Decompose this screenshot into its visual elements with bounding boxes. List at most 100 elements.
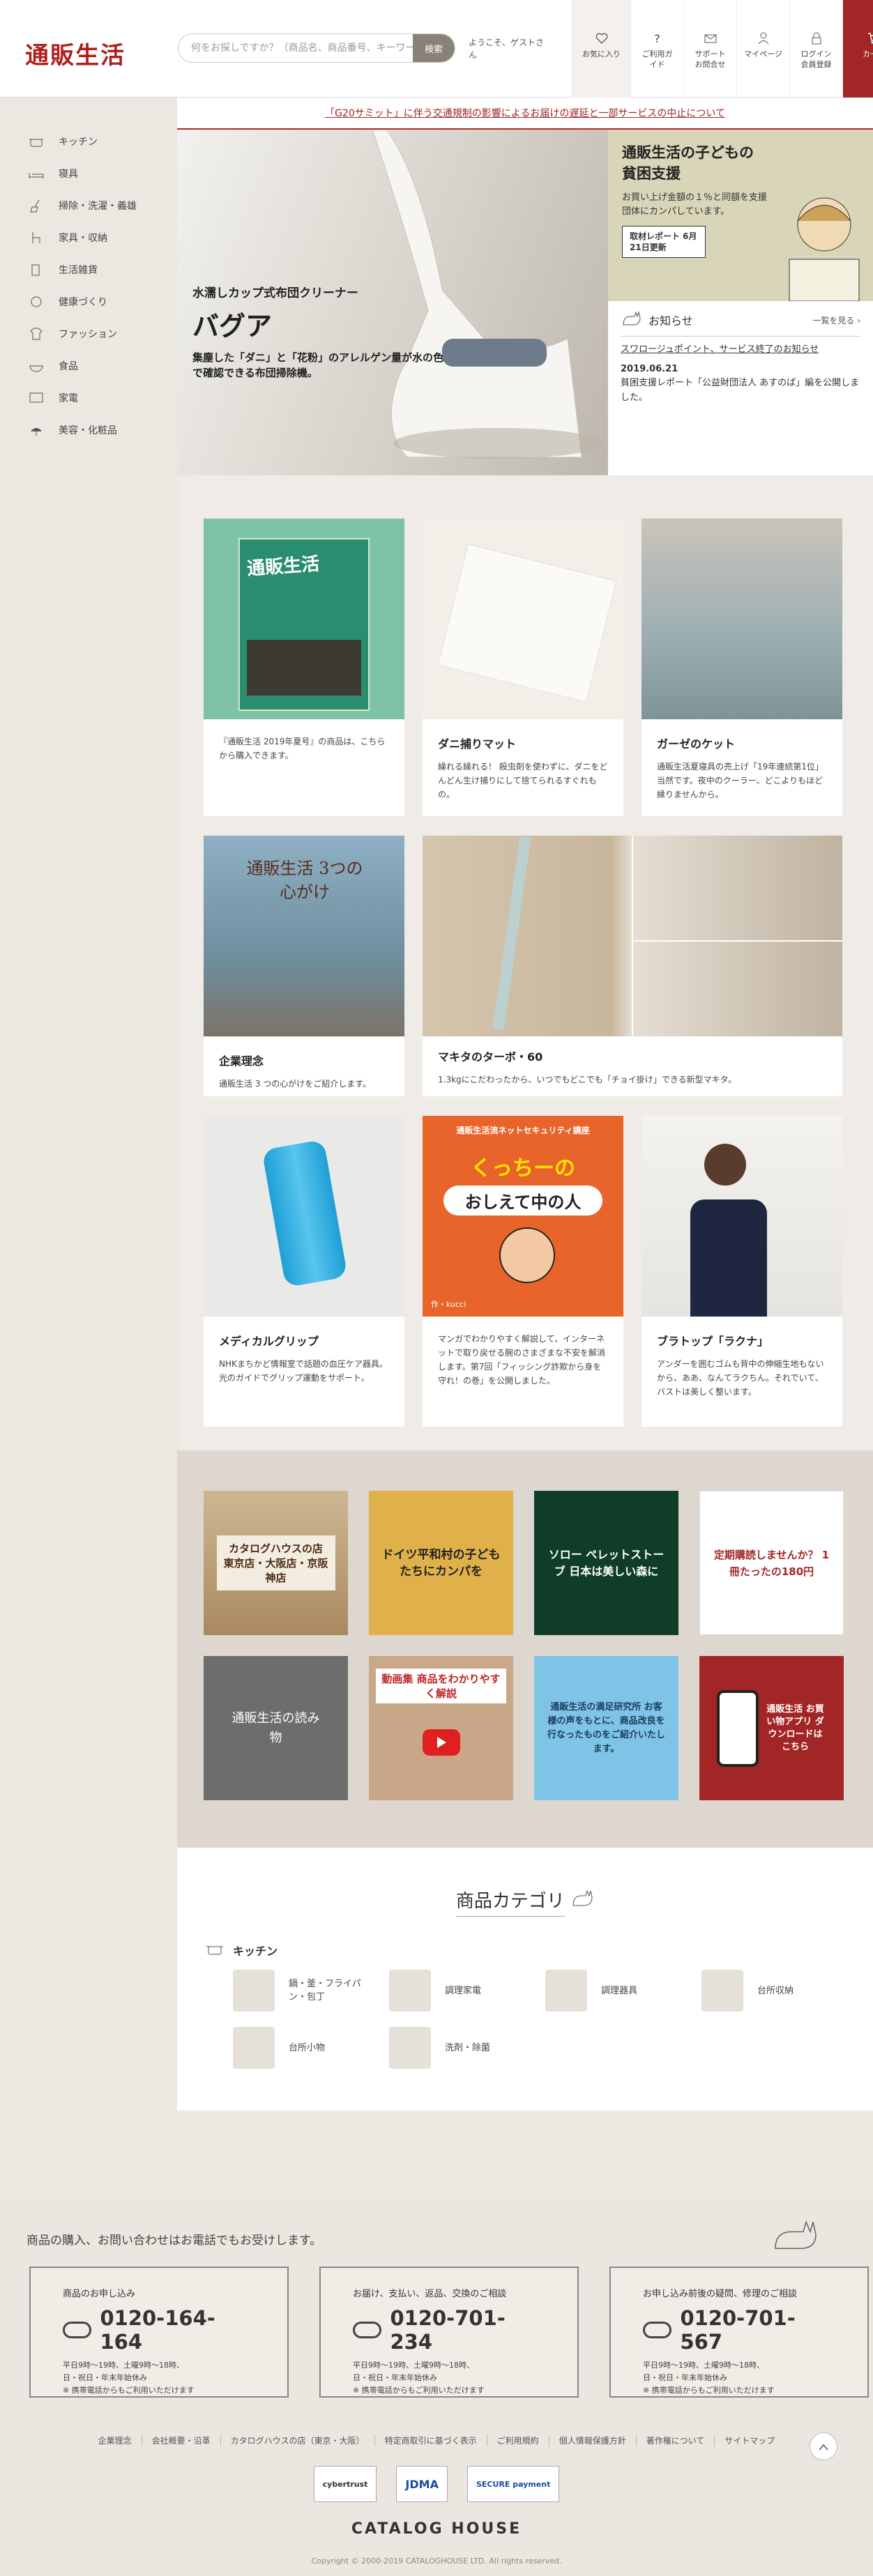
- category-item[interactable]: 洗剤・除菌: [389, 2027, 545, 2069]
- search-button[interactable]: 検索: [413, 34, 455, 62]
- category-nav: キッチン 寝具 掃除・洗濯・義雄 家具・収納 生活雑貨 健康づくり ファッション…: [26, 125, 166, 446]
- banner-peace-village[interactable]: ドイツ平和村の子どもたちにカンパを: [369, 1491, 513, 1635]
- footer-link[interactable]: 企業理念: [89, 2435, 142, 2446]
- sidebar-item-cosmetics[interactable]: 美容・化粧品: [26, 414, 166, 446]
- card-title: 企業理念: [219, 1055, 264, 1068]
- card-bratop[interactable]: ブラトップ「ラクナ」 アンダーを囲むゴムも背中の伸縮生地もないから、ああ、なんてラ…: [642, 1116, 842, 1427]
- sidebar-item-furniture[interactable]: 家具・収納: [26, 222, 166, 254]
- support-label: サポートお問合せ: [694, 49, 726, 69]
- card-magazine[interactable]: 通販生活 『通販生活 2019年夏号』の商品は、こちらから購入できます。: [204, 519, 404, 816]
- card-text: 『通販生活 2019年夏号』の商品は、こちらから購入できます。: [219, 737, 386, 760]
- cat-icon: [773, 2218, 821, 2254]
- card-philosophy[interactable]: 通販生活 3つの心がけ 企業理念通販生活 3 つの心がけをご紹介します。: [204, 836, 404, 1096]
- child-illustration: [789, 197, 860, 301]
- news-item[interactable]: スワロージュポイント、サービス終了のお知らせ: [621, 342, 860, 357]
- bratop-image: [642, 1116, 842, 1317]
- sidebar-item-bedding[interactable]: 寝具: [26, 158, 166, 190]
- card-medical-grip[interactable]: メディカルグリップ NHKまちかど情報室で話題の血圧ケア器具。光のガイドでグリップ…: [204, 1116, 404, 1427]
- play-icon: [422, 1728, 460, 1756]
- news-item[interactable]: 貧困支援レポート「公益財団法人 あすのば」編を公開しました。: [621, 376, 860, 405]
- cup-icon: [26, 261, 46, 278]
- card-dani-mat[interactable]: ダニ捕りマット 繰れる繰れる！ 殺虫剤を使わずに、ダニをどんどん生け捕りにして捨て…: [423, 519, 623, 816]
- sidebar-item-cleaning[interactable]: 掃除・洗濯・義雄: [26, 190, 166, 222]
- card-text: マンガでわかりやすく解説して、インターネットで取り戻せる腕のさまざまな不安を解消…: [438, 1334, 606, 1386]
- banner-text: 通販生活の満足研究所 お客様の声をもとに、商品改良を行なったものをご紹介いたしま…: [547, 1701, 665, 1754]
- phone-number-link[interactable]: 0120-164-164: [100, 2306, 255, 2354]
- hero-banner[interactable]: 水濡しカップ式布団クリーナー バグア 集塵した「ダニ」と「花粉」のアレルゲン量が…: [177, 130, 608, 475]
- card-net-security[interactable]: 通販生活流ネットセキュリティ講座 くっちーの おしえて中の人 作・kucci マ…: [423, 1116, 623, 1427]
- footer-link[interactable]: 会社概要・沿革: [142, 2435, 221, 2446]
- card-text: 1.3kgにこだわったから、いつでもどこでも「チョイ掛け」できる新型マキタ。: [438, 1075, 737, 1084]
- banner-reading[interactable]: 通販生活の読み物: [204, 1656, 348, 1800]
- footer-link[interactable]: ご利用規約: [487, 2435, 549, 2446]
- banner-store[interactable]: カタログハウスの店 東京店・大阪店・京阪神店: [204, 1491, 348, 1635]
- pot-icon: [205, 1942, 225, 1958]
- footer-link[interactable]: 個人情報保護方針: [549, 2435, 637, 2446]
- cart-icon: [867, 31, 873, 46]
- footer-link[interactable]: サイトマップ: [715, 2435, 784, 2446]
- cart-link[interactable]: カート: [842, 0, 873, 98]
- banner-subscription[interactable]: 定期購読しませんか？ 1冊たったの180円: [699, 1491, 844, 1635]
- sidebar-item-label: 健康づくり: [59, 297, 107, 308]
- mypage-label: マイページ: [744, 49, 782, 59]
- chair-icon: [26, 229, 46, 246]
- banner-satisfaction-lab[interactable]: 通販生活の満足研究所 お客様の声をもとに、商品改良を行なったものをご紹介いたしま…: [534, 1656, 678, 1800]
- philosophy-image: 通販生活 3つの心がけ: [204, 836, 404, 1036]
- security-course-label: 通販生活流ネットセキュリティ講座: [456, 1126, 590, 1135]
- phone-number-link[interactable]: 0120-701-567: [680, 2306, 835, 2354]
- page-top-button[interactable]: [810, 2432, 837, 2460]
- main-content: 「G20サミット」に伴う交通規制の影響によるお届けの遅延と一部サービスの中止につ…: [177, 98, 873, 2110]
- sidebar-item-goods[interactable]: 生活雑貨: [26, 254, 166, 286]
- footer-link[interactable]: 著作権について: [637, 2435, 715, 2446]
- feature-cards: 通販生活 『通販生活 2019年夏号』の商品は、こちらから購入できます。 ダニ捕…: [177, 475, 873, 1450]
- category-item[interactable]: 調理器具: [545, 1970, 701, 2011]
- guide-label: ご利用ガイド: [642, 49, 673, 69]
- promo-report-button[interactable]: 取材レポート 6月21日更新: [622, 226, 706, 258]
- sidebar-item-food[interactable]: 食品: [26, 350, 166, 382]
- footer-link[interactable]: カタログハウスの店（東京・大阪）: [221, 2435, 375, 2446]
- philosophy-image-text: 通販生活 3つの心がけ: [246, 859, 363, 902]
- category-item[interactable]: 鍋・釜・フライパン・包丁: [233, 1970, 389, 2011]
- banner-videos[interactable]: 動画集 商品をわかりやすく解説: [369, 1656, 513, 1800]
- category-item[interactable]: 調理家電: [389, 1970, 545, 2011]
- search-input[interactable]: [179, 34, 413, 62]
- phone-box-heading: お届け、支払い、返品、交換のご相談: [353, 2289, 507, 2299]
- phone-box-heading: お申し込み前後の疑問、修理のご相談: [643, 2289, 798, 2299]
- favorites-link[interactable]: お気に入り: [572, 0, 630, 98]
- sidebar: キッチン 寝具 掃除・洗濯・義雄 家具・収納 生活雑貨 健康づくり ファッション…: [0, 98, 177, 2195]
- notice-link[interactable]: 「G20サミット」に伴う交通規制の影響によるお届けの遅延と一部サービスの中止につ…: [177, 98, 873, 130]
- grip-image: [204, 1116, 404, 1317]
- sidebar-item-label: 食品: [59, 361, 78, 372]
- pot-icon: [26, 133, 46, 150]
- news-more-link[interactable]: 一覧を見る ›: [812, 314, 860, 326]
- kucci-credit: 作・kucci: [431, 1300, 466, 1309]
- footer-link[interactable]: 特定商取引に基づく表示: [375, 2435, 487, 2446]
- banner-pellet-stove[interactable]: ソロー ペレットストーブ 日本は美しい森に: [534, 1491, 678, 1635]
- site-logo[interactable]: 通販生活: [25, 36, 126, 70]
- search-box: 検索: [178, 33, 455, 63]
- card-title: マキタのターボ・60: [438, 1050, 543, 1064]
- card-text: 通販生活 3 つの心がけをご紹介します。: [219, 1079, 372, 1089]
- hero-text: 水濡しカップ式布団クリーナー バグア 集塵した「ダニ」と「花粉」のアレルゲン量が…: [192, 283, 443, 381]
- sidebar-item-health[interactable]: 健康づくり: [26, 286, 166, 318]
- banner-text: 通販生活 お買い物アプリ ダウンロードはこちら: [766, 1703, 824, 1752]
- poverty-support-promo[interactable]: 通販生活の子どもの貧困支援 お買い上げ金額の１％と同額を支援団体にカンパしていま…: [608, 130, 873, 301]
- mypage-link[interactable]: マイページ: [736, 0, 789, 98]
- banner-app[interactable]: 通販生活 お買い物アプリ ダウンロードはこちら: [699, 1656, 844, 1800]
- sidebar-item-appliance[interactable]: 家電: [26, 382, 166, 414]
- phone-number-link[interactable]: 0120-701-234: [390, 2306, 545, 2354]
- category-label: 洗剤・除菌: [445, 2042, 491, 2053]
- category-item[interactable]: 台所小物: [233, 2027, 389, 2069]
- support-link[interactable]: サポートお問合せ: [683, 0, 736, 98]
- shirt-icon: [26, 325, 46, 342]
- login-link[interactable]: ログイン会員登録: [789, 0, 842, 98]
- food-icon: [26, 358, 46, 374]
- copyright: Copyright © 2000-2019 CATALOGHOUSE LTD. …: [311, 2556, 562, 2566]
- sidebar-item-fashion[interactable]: ファッション: [26, 318, 166, 350]
- guide-link[interactable]: ? ご利用ガイド: [630, 0, 683, 98]
- category-item[interactable]: 台所収納: [701, 1970, 858, 2011]
- magazine-title-text: 通販生活: [246, 553, 321, 580]
- card-makita[interactable]: マキタのターボ・60 1.3kgにこだわったから、いつでもどこでも「チョイ掛け」で…: [423, 836, 842, 1096]
- sidebar-item-kitchen[interactable]: キッチン: [26, 125, 166, 158]
- card-gauze-ket[interactable]: ガーゼのケット 通販生活夏寝具の売上げ「19年連続第1位」 当然です。夜中のクーラ…: [642, 519, 842, 816]
